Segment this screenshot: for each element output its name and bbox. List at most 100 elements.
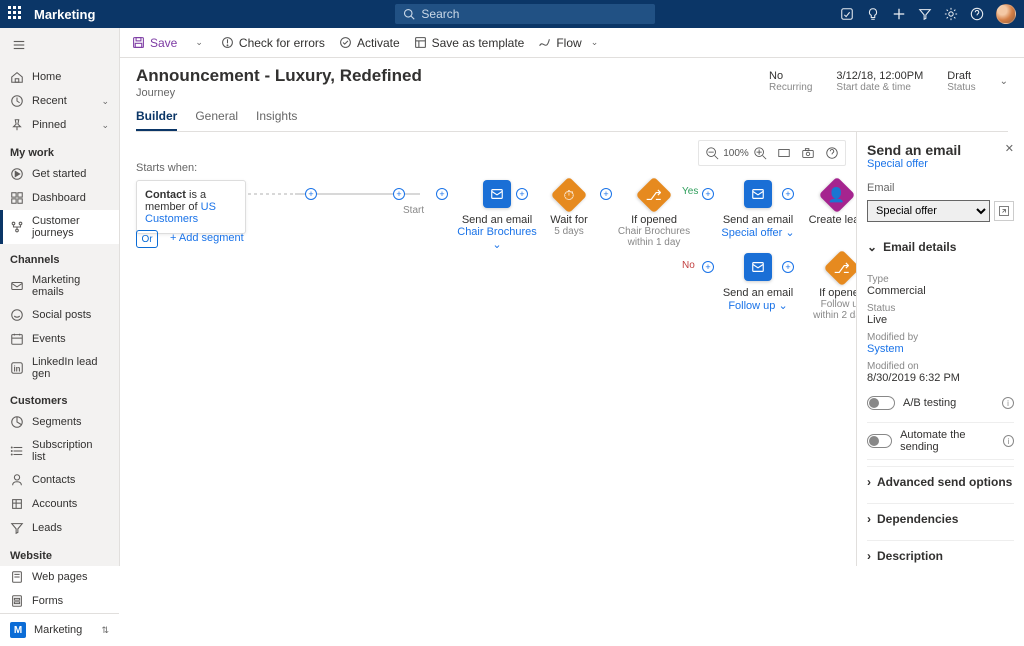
node-send-email-3[interactable]: Send an email Follow up ⌄ xyxy=(718,253,798,312)
insert-node-button[interactable]: + xyxy=(436,188,448,200)
nav-item-customer-journeys[interactable]: Customer journeys xyxy=(0,210,119,244)
help-icon[interactable] xyxy=(970,7,984,21)
nav-item-home[interactable]: Home xyxy=(0,65,119,89)
panel-record-link[interactable]: Special offer xyxy=(867,158,961,170)
save-button[interactable]: Save xyxy=(132,36,177,50)
chevron-down-icon: ⌄ xyxy=(587,37,603,48)
add-icon[interactable] xyxy=(892,7,906,21)
canvas-connectors xyxy=(120,132,420,282)
snapshot-button[interactable] xyxy=(797,143,819,163)
fit-to-screen-button[interactable] xyxy=(773,143,795,163)
home-icon xyxy=(10,70,24,84)
check-errors-button[interactable]: Check for errors xyxy=(221,36,325,50)
tab-insights[interactable]: Insights xyxy=(256,109,297,131)
area-switcher[interactable]: M Marketing ⇅ xyxy=(0,613,119,646)
node-if-opened-2[interactable]: ⎇ If opened Follow up within 2 days xyxy=(802,253,856,321)
header-expand-button[interactable]: ⌄ xyxy=(1000,70,1008,87)
panel-close-button[interactable]: ✕ xyxy=(1005,142,1014,155)
nav-item-contacts[interactable]: Contacts xyxy=(0,468,119,492)
lightbulb-icon[interactable] xyxy=(866,7,880,21)
dependencies-accordion[interactable]: ›Dependencies xyxy=(867,503,1014,534)
nav-item-web-pages[interactable]: Web pages xyxy=(0,565,119,589)
nav-item-pinned[interactable]: Pinned⌄ xyxy=(0,113,119,137)
journey-canvas[interactable]: 100% Starts when: Contact is a member of… xyxy=(120,132,856,566)
header-meta-cell: NoRecurring xyxy=(769,70,812,93)
ab-testing-toggle[interactable] xyxy=(867,396,895,410)
play-icon xyxy=(10,167,24,181)
nav-item-segments[interactable]: Segments xyxy=(0,410,119,434)
save-dropdown[interactable]: ⌄ xyxy=(191,37,207,48)
command-bar: Save ⌄ Check for errors Activate Save as… xyxy=(120,28,1024,58)
advanced-send-accordion[interactable]: ›Advanced send options xyxy=(867,466,1014,497)
area-label: Marketing xyxy=(34,624,82,636)
left-navigation: HomeRecent⌄Pinned⌄ My workGet startedDas… xyxy=(0,28,120,566)
zoom-out-button[interactable] xyxy=(701,143,723,163)
nav-item-marketing-emails[interactable]: Marketing emails xyxy=(0,269,119,303)
node-if-opened-1[interactable]: ⎇ If opened Chair Brochures within 1 day xyxy=(614,180,694,248)
nav-section-header: My work xyxy=(0,137,119,162)
info-icon[interactable]: i xyxy=(1003,435,1014,447)
open-record-button[interactable] xyxy=(994,201,1014,221)
search-icon xyxy=(403,8,415,20)
filter-icon[interactable] xyxy=(918,7,932,21)
insert-node-button[interactable]: + xyxy=(305,188,317,200)
node-wait[interactable]: ⏱ Wait for 5 days xyxy=(534,180,604,237)
canvas-help-button[interactable] xyxy=(821,143,843,163)
list-icon xyxy=(10,444,24,458)
svg-text:in: in xyxy=(14,365,21,374)
nav-item-recent[interactable]: Recent⌄ xyxy=(0,89,119,113)
form-icon xyxy=(10,594,24,608)
pin-icon xyxy=(10,118,24,132)
info-icon[interactable]: i xyxy=(1002,397,1014,409)
chevron-down-icon: ⌄ xyxy=(101,120,109,131)
nav-item-dashboard[interactable]: Dashboard xyxy=(0,186,119,210)
header-meta-cell: DraftStatus xyxy=(947,70,975,93)
nav-collapse-button[interactable] xyxy=(0,28,119,65)
zoom-level[interactable]: 100% xyxy=(725,143,747,163)
calendar-icon xyxy=(10,332,24,346)
area-switcher-chevron-icon: ⇅ xyxy=(101,625,109,636)
global-search[interactable]: Search xyxy=(395,4,655,24)
person-icon xyxy=(10,473,24,487)
record-header: Announcement - Luxury, Redefined Journey… xyxy=(120,58,1024,132)
description-accordion[interactable]: ›Description xyxy=(867,540,1014,566)
nav-item-social-posts[interactable]: Social posts xyxy=(0,303,119,327)
accounts-icon xyxy=(10,497,24,511)
zoom-in-button[interactable] xyxy=(749,143,771,163)
modified-by-link[interactable]: System xyxy=(867,343,1014,355)
save-as-template-button[interactable]: Save as template xyxy=(414,36,525,50)
nav-section-header: Customers xyxy=(0,385,119,410)
nav-item-events[interactable]: Events xyxy=(0,327,119,351)
mail-icon xyxy=(10,279,24,293)
tab-builder[interactable]: Builder xyxy=(136,109,177,131)
insert-node-button[interactable]: + xyxy=(702,188,714,200)
flow-button[interactable]: Flow ⌄ xyxy=(538,36,602,50)
insert-node-button[interactable]: + xyxy=(393,188,405,200)
email-field-label: Email xyxy=(867,182,1014,194)
automate-sending-toggle[interactable] xyxy=(867,434,892,448)
nav-item-forms[interactable]: Forms xyxy=(0,589,119,613)
nav-item-get-started[interactable]: Get started xyxy=(0,162,119,186)
nav-item-leads[interactable]: Leads xyxy=(0,516,119,540)
record-entity: Journey xyxy=(136,87,422,99)
app-launcher-icon[interactable] xyxy=(8,6,24,22)
assistant-icon[interactable] xyxy=(840,7,854,21)
user-avatar[interactable] xyxy=(996,4,1016,24)
node-send-email-2[interactable]: Send an email Special offer ⌄ xyxy=(718,180,798,239)
node-send-email-1[interactable]: Send an email Chair Brochures ⌄ xyxy=(452,180,542,251)
email-select[interactable]: Special offer xyxy=(867,200,990,222)
insert-node-button[interactable]: + xyxy=(702,261,714,273)
tab-general[interactable]: General xyxy=(195,109,238,131)
clock-icon xyxy=(10,94,24,108)
record-title: Announcement - Luxury, Redefined xyxy=(136,66,422,86)
page-icon xyxy=(10,570,24,584)
global-header: Marketing Search xyxy=(0,0,1024,28)
activate-button[interactable]: Activate xyxy=(339,36,400,50)
nav-item-linkedin-lead-gen[interactable]: inLinkedIn lead gen xyxy=(0,351,119,385)
settings-icon[interactable] xyxy=(944,7,958,21)
nav-section-header: Website xyxy=(0,540,119,565)
email-details-accordion[interactable]: ⌄Email details xyxy=(867,232,1014,262)
nav-item-accounts[interactable]: Accounts xyxy=(0,492,119,516)
nav-item-subscription-list[interactable]: Subscription list xyxy=(0,434,119,468)
node-create-lead[interactable]: 👤 Create lead xyxy=(802,180,856,226)
